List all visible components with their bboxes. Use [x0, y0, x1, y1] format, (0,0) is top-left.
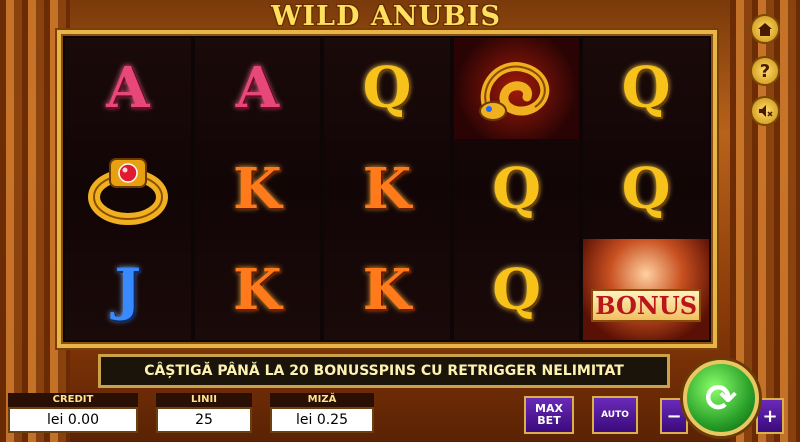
symbol-cell: Q — [454, 139, 580, 240]
symbol-cell: A — [65, 38, 191, 139]
symbol-cell: Q — [454, 239, 580, 340]
symbol-cell — [453, 38, 580, 139]
symbol-q: Q — [492, 155, 541, 222]
reel-2: A K K — [194, 38, 321, 340]
bet-label: MIZĂ — [270, 393, 374, 407]
symbol-cell: K — [195, 239, 321, 340]
lines-label: LINII — [156, 393, 252, 407]
lines-value: 25 — [156, 407, 252, 433]
symbol-k: K — [233, 155, 282, 222]
reel-5: Q Q BONUS — [583, 38, 709, 340]
reel-1: A J — [65, 38, 191, 340]
max-bet-label-2: BET — [537, 414, 561, 427]
help-button[interactable]: ? — [750, 56, 780, 86]
credit-label: CREDIT — [8, 393, 138, 407]
credit-display: CREDIT lei 0.00 — [8, 393, 138, 437]
symbol-a: A — [106, 55, 150, 122]
symbol-k: K — [362, 256, 412, 323]
promo-message: CÂȘTIGĂ PÂNĂ LA 20 BONUSSPINS CU RETRIGG… — [98, 354, 670, 388]
autoplay-button[interactable]: AUTO — [592, 396, 638, 434]
credit-value: lei 0.00 — [8, 407, 138, 433]
home-icon[interactable] — [750, 14, 780, 44]
symbol-cell: K — [324, 239, 450, 340]
bet-display: MIZĂ lei 0.25 — [270, 393, 374, 437]
game-logo: WILD ANUBIS — [271, 0, 501, 32]
symbol-j: J — [114, 256, 142, 323]
symbol-q: Q — [621, 155, 671, 222]
symbol-cell — [65, 139, 191, 240]
symbol-k: K — [233, 256, 282, 323]
reel-frame: A J A K K Q K K Q Q Q Q BONUS — [57, 30, 717, 348]
autoplay-label: AUTO — [601, 410, 629, 420]
symbol-cell: K — [324, 139, 450, 240]
symbol-cell: A — [195, 38, 321, 139]
symbol-cell: J — [65, 239, 191, 340]
symbol-a: A — [235, 55, 280, 122]
symbol-q: Q — [492, 256, 541, 323]
increase-bet-button[interactable]: + — [756, 398, 784, 434]
symbol-cell: K — [195, 139, 321, 240]
reels-grid: A J A K K Q K K Q Q Q Q BONUS — [65, 38, 709, 340]
symbol-cell: Q — [324, 38, 450, 139]
jeweled-ring-icon — [87, 157, 168, 225]
golden-snake-icon — [478, 62, 549, 122]
symbol-cell: Q — [583, 139, 709, 240]
bonus-symbol-cell: BONUS — [583, 239, 709, 340]
bet-value: lei 0.25 — [270, 407, 374, 433]
symbol-cell: Q — [583, 38, 709, 139]
bonus-symbol: BONUS — [591, 289, 702, 323]
symbol-q: Q — [362, 55, 412, 122]
symbol-q: Q — [621, 55, 671, 122]
spin-button[interactable]: ⟳ — [683, 360, 759, 436]
reel-4: Q Q — [453, 38, 580, 340]
sound-off-icon[interactable] — [750, 96, 780, 126]
symbol-k: K — [362, 155, 412, 222]
max-bet-button[interactable]: MAX BET — [524, 396, 574, 434]
reel-3: Q K K — [324, 38, 450, 340]
lines-display: LINII 25 — [156, 393, 252, 437]
